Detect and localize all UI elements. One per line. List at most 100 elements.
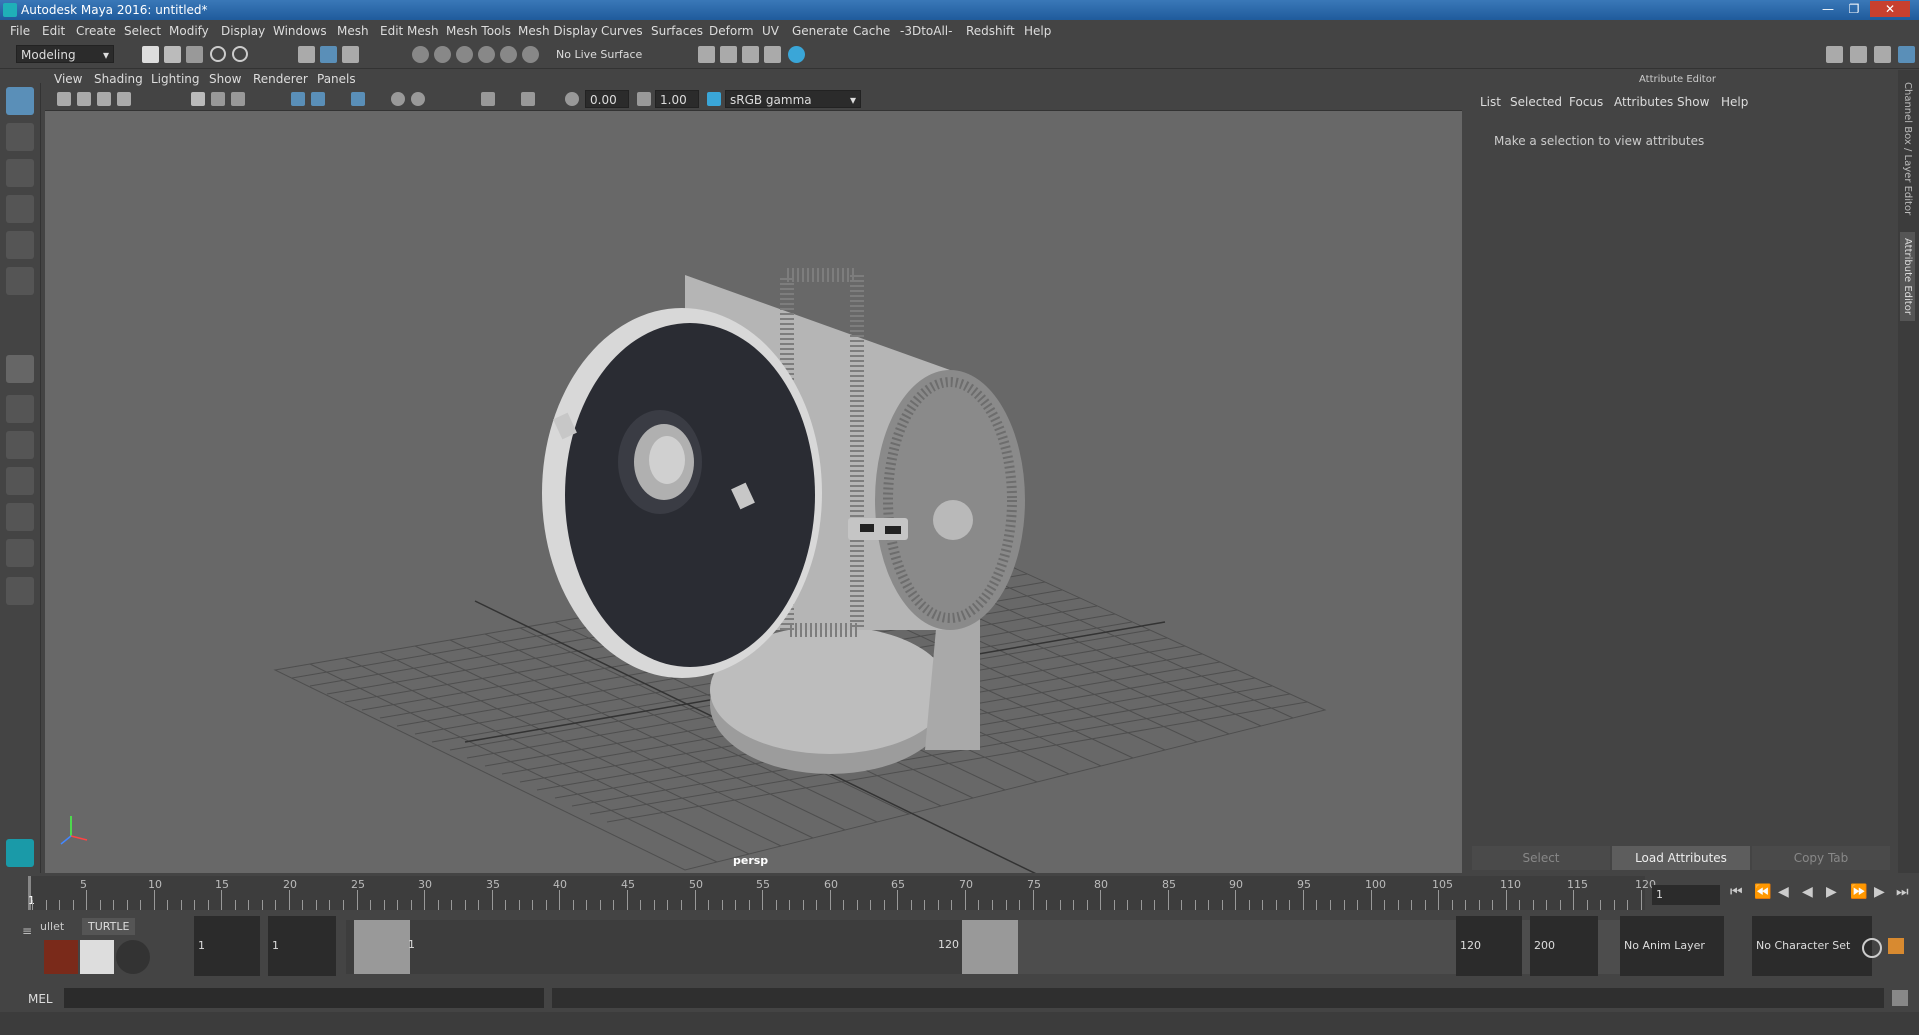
ae-select-button[interactable]: Select <box>1472 846 1610 870</box>
lasso-tool-icon[interactable] <box>6 123 34 151</box>
menu-deform[interactable]: Deform <box>709 24 754 38</box>
select-by-hierarchy-icon[interactable] <box>298 46 315 63</box>
current-frame-field[interactable]: 1 <box>1652 885 1720 905</box>
tab-channel-box[interactable]: Channel Box / Layer Editor <box>1902 82 1913 215</box>
render-current-frame-icon[interactable] <box>742 46 759 63</box>
live-surface-label[interactable]: No Live Surface <box>556 48 642 61</box>
tab-attribute-editor[interactable]: Attribute Editor <box>1900 232 1915 321</box>
persp-graph-layout-icon[interactable] <box>6 467 34 495</box>
menu-set-dropdown[interactable]: Modeling ▾ <box>16 45 114 63</box>
tool-settings-icon[interactable] <box>1874 46 1891 63</box>
camera-attributes-icon[interactable] <box>57 92 71 106</box>
viewport-menu-renderer[interactable]: Renderer <box>253 72 308 86</box>
ae-menu-show[interactable]: Show <box>1677 95 1709 109</box>
ae-menu-focus[interactable]: Focus <box>1569 95 1603 109</box>
shelf-menu-icon[interactable]: ≡ <box>22 924 32 938</box>
ae-load-attributes-button[interactable]: Load Attributes <box>1612 846 1750 870</box>
menu-curves[interactable]: Curves <box>601 24 643 38</box>
menu-cache[interactable]: Cache <box>853 24 890 38</box>
undo-icon[interactable] <box>210 46 226 62</box>
snap-magnet-icon[interactable] <box>522 46 539 63</box>
camera-tools-icon[interactable] <box>77 92 91 106</box>
playback-end-field[interactable]: 120 <box>1456 916 1522 976</box>
playback-start-field[interactable]: 1 <box>268 916 336 976</box>
render-view-icon[interactable] <box>720 46 737 63</box>
snap-live-icon[interactable] <box>500 46 517 63</box>
grid-toggle-icon[interactable] <box>191 92 205 106</box>
single-perspective-layout-icon[interactable] <box>6 355 34 383</box>
custom-layout-icon[interactable] <box>6 577 34 605</box>
resolution-gate-icon[interactable] <box>231 92 245 106</box>
ae-menu-list[interactable]: List <box>1480 95 1501 109</box>
minimize-button[interactable]: — <box>1816 1 1840 17</box>
move-tool-icon[interactable] <box>6 195 34 223</box>
exposure-field[interactable]: 0.00 <box>585 90 629 108</box>
film-gate-icon[interactable] <box>211 92 225 106</box>
play-forward-button[interactable]: ▶ <box>1826 884 1837 900</box>
viewport-scene[interactable] <box>45 110 1462 873</box>
select-tool-icon[interactable] <box>6 87 34 115</box>
play-backward-button[interactable]: ◀ <box>1802 884 1813 900</box>
range-handle-start[interactable] <box>354 920 410 974</box>
go-to-start-button[interactable]: ⏮ <box>1730 884 1743 900</box>
viewport-menu-view[interactable]: View <box>54 72 82 86</box>
range-handle-end[interactable] <box>962 920 1018 974</box>
auto-key-icon[interactable] <box>1862 938 1882 958</box>
menu-mesh-display[interactable]: Mesh Display <box>518 24 598 38</box>
exposure-icon[interactable] <box>565 92 579 106</box>
wireframe-icon[interactable] <box>291 92 305 106</box>
smooth-shade-icon[interactable] <box>311 92 325 106</box>
menu-surfaces[interactable]: Surfaces <box>651 24 703 38</box>
command-language-label[interactable]: MEL <box>28 992 53 1006</box>
character-set-dropdown[interactable]: No Character Set <box>1752 916 1872 976</box>
snap-curve-icon[interactable] <box>434 46 451 63</box>
snap-point-icon[interactable] <box>456 46 473 63</box>
shelf-sphere-icon[interactable] <box>116 940 150 974</box>
step-back-key-button[interactable]: ⏪ <box>1754 884 1771 900</box>
paint-select-tool-icon[interactable] <box>6 159 34 187</box>
gamma-icon[interactable] <box>637 92 651 106</box>
start-time-field[interactable]: 1 <box>194 916 260 976</box>
bookmark-icon[interactable] <box>97 92 111 106</box>
hypershade-layout-icon[interactable] <box>6 503 34 531</box>
persp-outliner-layout-icon[interactable] <box>6 431 34 459</box>
preferences-icon[interactable] <box>1888 938 1904 954</box>
new-scene-icon[interactable] <box>142 46 159 63</box>
outliner-icon[interactable] <box>1850 46 1867 63</box>
anim-layer-dropdown[interactable]: No Anim Layer <box>1620 916 1724 976</box>
shadows-icon[interactable] <box>411 92 425 106</box>
shelf-render-icon[interactable] <box>80 940 114 974</box>
viewport-menu-show[interactable]: Show <box>209 72 241 86</box>
redo-icon[interactable] <box>232 46 248 62</box>
step-back-frame-button[interactable]: ◀ <box>1778 884 1789 900</box>
step-forward-frame-button[interactable]: ▶ <box>1874 884 1885 900</box>
menu-help[interactable]: Help <box>1024 24 1051 38</box>
menu-uv[interactable]: UV <box>762 24 779 38</box>
select-by-component-icon[interactable] <box>342 46 359 63</box>
ae-menu-attributes[interactable]: Attributes <box>1614 95 1673 109</box>
modeling-toolkit-icon[interactable] <box>1826 46 1843 63</box>
rotate-tool-icon[interactable] <box>6 231 34 259</box>
menu-windows[interactable]: Windows <box>273 24 327 38</box>
menu-file[interactable]: File <box>10 24 30 38</box>
shelf-tab-turtle[interactable]: TURTLE <box>82 918 136 935</box>
save-scene-icon[interactable] <box>186 46 203 63</box>
outliner-layout-icon[interactable] <box>6 539 34 567</box>
snap-grid-icon[interactable] <box>412 46 429 63</box>
color-space-dropdown[interactable]: sRGB gamma ▾ <box>725 90 861 108</box>
gamma-field[interactable]: 1.00 <box>655 90 699 108</box>
time-slider[interactable]: 1 51015202530354045505560657075808590951… <box>28 876 1656 910</box>
ae-copy-tab-button[interactable]: Copy Tab <box>1752 846 1890 870</box>
go-to-end-button[interactable]: ⏭ <box>1896 884 1909 900</box>
menu-edit[interactable]: Edit <box>42 24 65 38</box>
viewport-menu-panels[interactable]: Panels <box>317 72 356 86</box>
ae-menu-selected[interactable]: Selected <box>1510 95 1562 109</box>
scale-tool-icon[interactable] <box>6 267 34 295</box>
use-lights-icon[interactable] <box>391 92 405 106</box>
viewport-menu-shading[interactable]: Shading <box>94 72 143 86</box>
menu-create[interactable]: Create <box>76 24 116 38</box>
channel-box-toggle-icon[interactable] <box>1898 46 1915 63</box>
close-button[interactable]: ✕ <box>1870 1 1910 17</box>
menu-redshift[interactable]: Redshift <box>966 24 1015 38</box>
shelf-fire-icon[interactable] <box>44 940 78 974</box>
